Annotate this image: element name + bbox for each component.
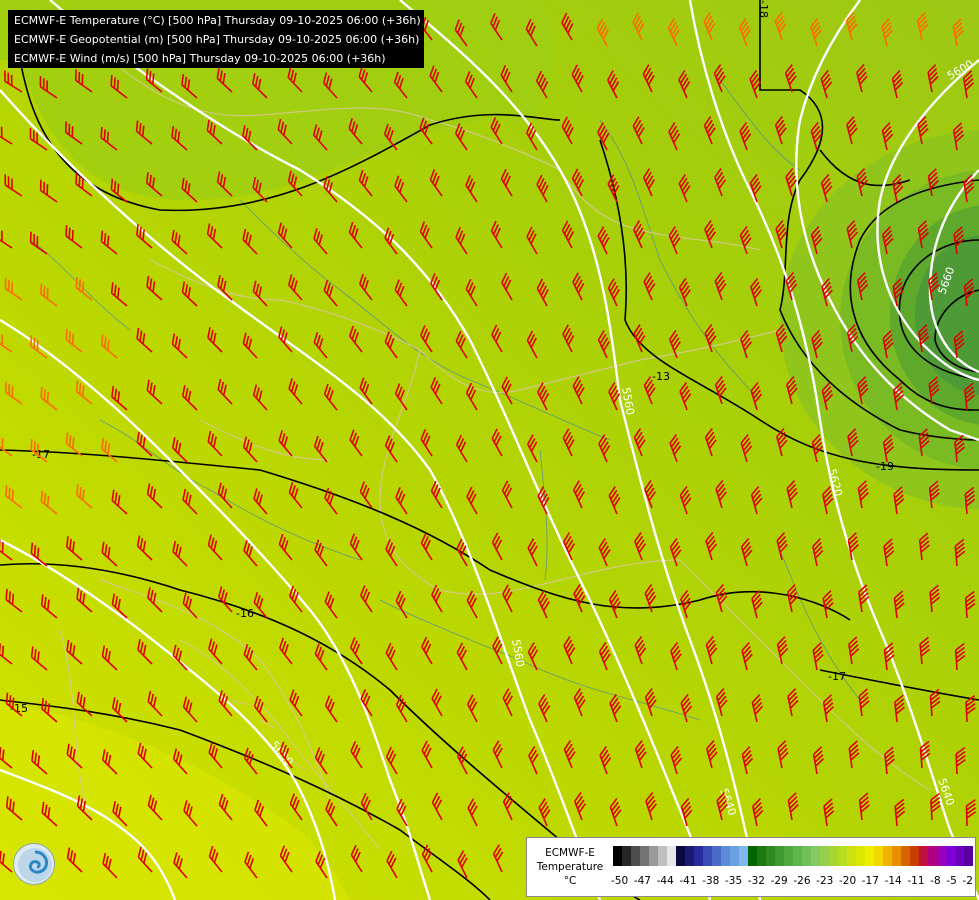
legend-tick: -23	[816, 875, 834, 887]
title-geopotential: ECMWF-E Geopotential (m) [500 hPa] Thurs…	[14, 33, 420, 46]
legend-title: ECMWF-E Temperature °C	[531, 846, 609, 888]
title-temperature: ECMWF-E Temperature (°C) [500 hPa] Thurs…	[14, 14, 421, 27]
legend-swatch	[928, 846, 937, 866]
legend-swatch	[946, 846, 955, 866]
legend-tick: -41	[679, 875, 697, 887]
legend-swatch	[811, 846, 820, 866]
legend-swatch	[631, 846, 640, 866]
legend-swatch	[901, 846, 910, 866]
legend-swatch	[865, 846, 874, 866]
temp-label: -13	[652, 370, 670, 383]
legend-tick: -14	[884, 875, 902, 887]
legend-swatch	[694, 846, 703, 866]
legend-swatch	[802, 846, 811, 866]
legend-swatch	[793, 846, 802, 866]
legend-swatch	[964, 846, 973, 866]
legend-swatch	[703, 846, 712, 866]
legend-tick: -38	[702, 875, 720, 887]
legend-swatch	[856, 846, 865, 866]
legend-tick: -2	[962, 875, 973, 887]
legend-tick: -50	[611, 875, 629, 887]
legend-title-model: ECMWF-E	[545, 847, 595, 859]
legend-swatch	[838, 846, 847, 866]
legend-tick: -17	[861, 875, 879, 887]
legend-swatch	[685, 846, 694, 866]
legend-swatch	[640, 846, 649, 866]
legend-swatch	[622, 846, 631, 866]
legend-tick: -29	[770, 875, 788, 887]
legend-swatch	[955, 846, 964, 866]
legend-swatch	[748, 846, 757, 866]
legend-swatch	[757, 846, 766, 866]
temp-label: -19	[876, 460, 894, 473]
legend-title-variable: Temperature	[536, 861, 604, 873]
legend-swatch	[739, 846, 748, 866]
legend-swatch	[721, 846, 730, 866]
legend-swatch	[820, 846, 829, 866]
legend-tick: -44	[656, 875, 674, 887]
legend-swatch	[649, 846, 658, 866]
legend-tick: -32	[747, 875, 765, 887]
legend-swatch	[937, 846, 946, 866]
legend-swatch	[892, 846, 901, 866]
temp-label: -16	[236, 607, 254, 620]
title-wind: ECMWF-E Wind (m/s) [500 hPa] Thursday 09…	[14, 52, 386, 65]
map-title-box: ECMWF-E Temperature (°C) [500 hPa] Thurs…	[8, 10, 424, 68]
legend-tick: -8	[930, 875, 941, 887]
legend-swatch	[766, 846, 775, 866]
legend-swatch	[775, 846, 784, 866]
legend-unit: °C	[563, 875, 577, 887]
legend-swatch	[874, 846, 883, 866]
legend-swatch	[829, 846, 838, 866]
legend-swatch	[613, 846, 622, 866]
legend-swatch	[919, 846, 928, 866]
legend-swatch	[910, 846, 919, 866]
legend-swatch	[667, 846, 676, 866]
ecmwf-logo-icon	[13, 843, 55, 885]
legend-tick: -11	[907, 875, 925, 887]
legend-swatch	[712, 846, 721, 866]
legend-swatch	[658, 846, 667, 866]
legend-tick: -26	[793, 875, 811, 887]
legend-color-scale	[613, 846, 973, 866]
legend-ticks: -50 -47 -44 -41 -38 -35 -32 -29 -26 -23 -20 -17 -14-…	[611, 875, 973, 887]
temp-label: -18	[757, 0, 770, 18]
legend-swatch	[847, 846, 856, 866]
legend-swatch	[676, 846, 685, 866]
legend-tick: -35	[724, 875, 743, 887]
weather-map: 5600 5560 5620 5560 5640 5640 5680 5660 …	[0, 0, 979, 900]
legend-swatch	[730, 846, 739, 866]
legend-swatch	[883, 846, 892, 866]
legend-swatch	[784, 846, 793, 866]
temperature-legend: ECMWF-E Temperature °C -50 -47 -44 -41 -38 -3…	[526, 837, 976, 897]
legend-tick: -5	[946, 875, 957, 887]
legend-tick: -47	[633, 875, 651, 887]
temp-label: -17	[828, 670, 846, 683]
legend-tick: -20	[838, 875, 857, 887]
